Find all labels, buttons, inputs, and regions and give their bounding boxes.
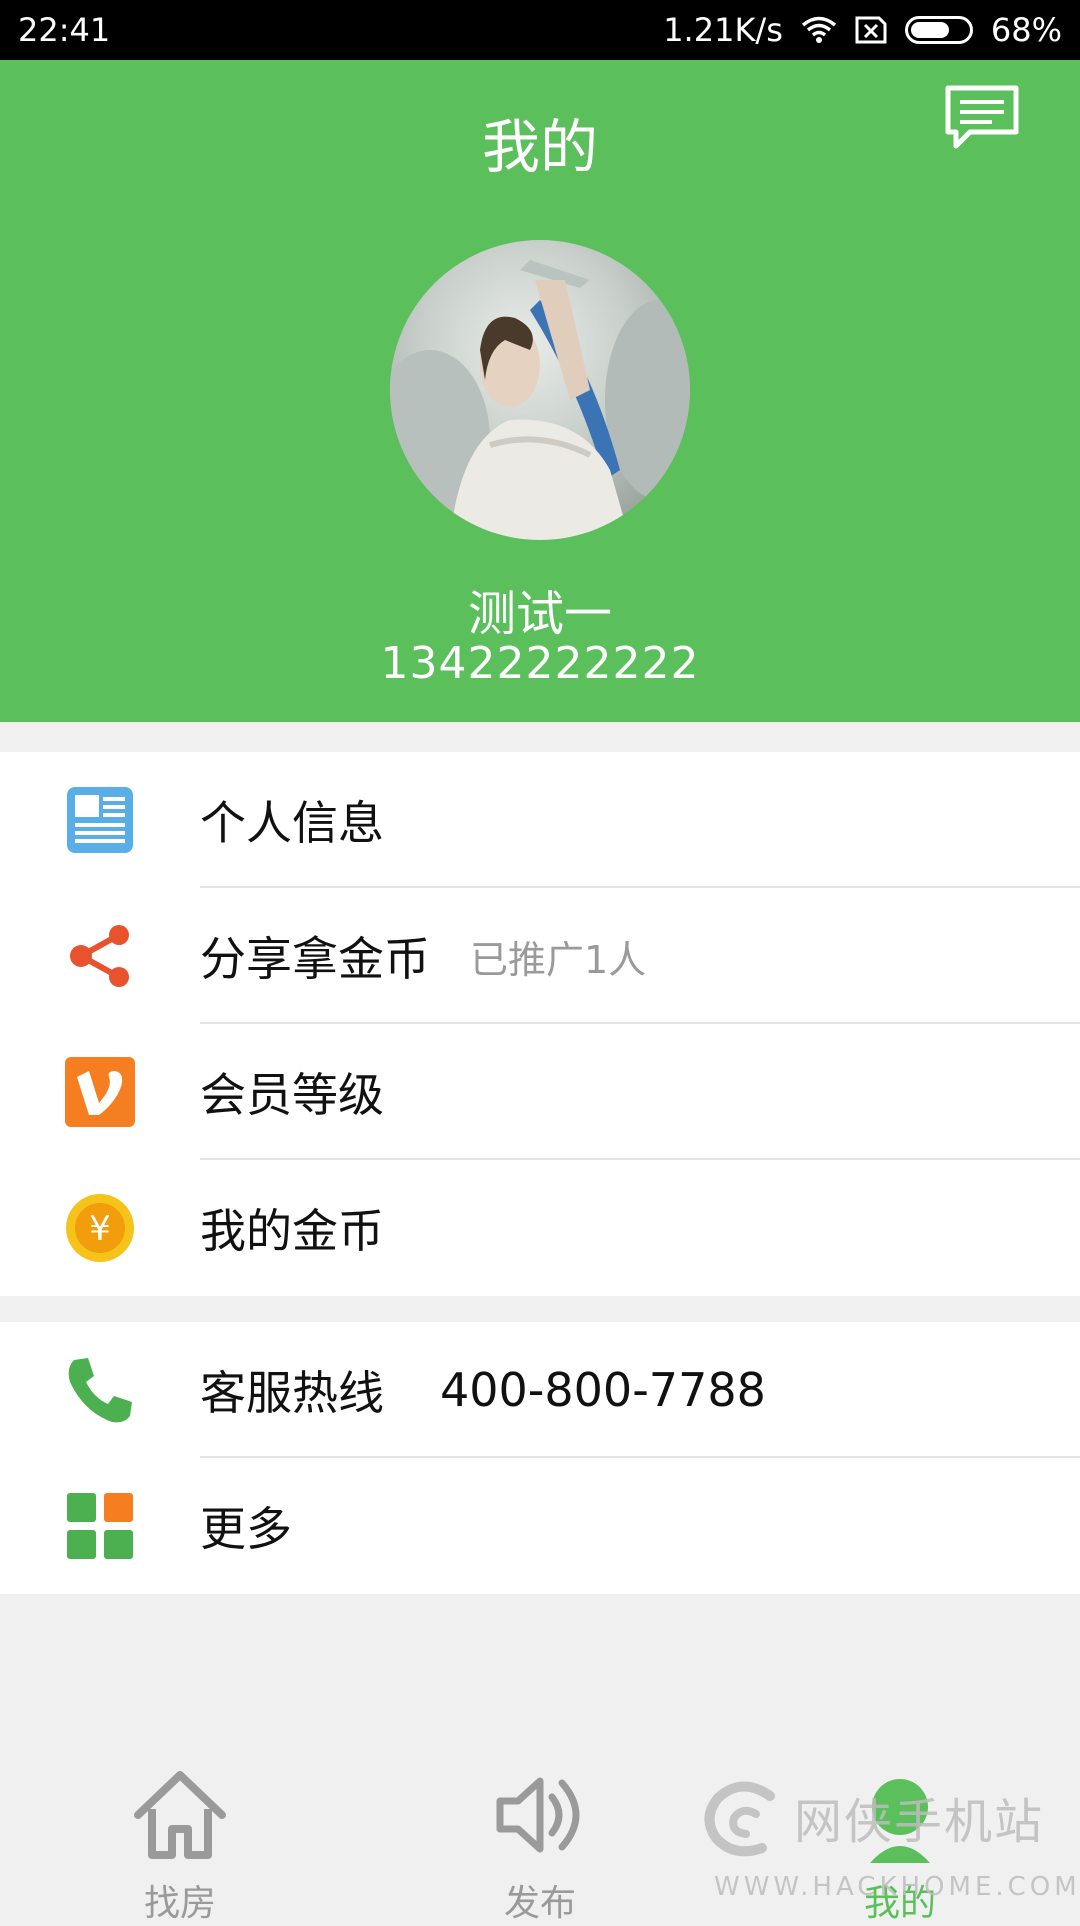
tab-label: 找房 xyxy=(143,1883,216,1924)
tab-label: 发布 xyxy=(503,1883,576,1924)
menu-group-support: 客服热线 400-800-7788 更多 xyxy=(0,1322,1080,1594)
page-title: 我的 xyxy=(481,113,598,181)
hotline-number[interactable]: 400-800-7788 xyxy=(440,1363,766,1417)
profile-header: 我的 测试一 13422222222 xyxy=(0,60,1080,722)
referral-count: 已推广1人 xyxy=(470,937,647,982)
share-icon xyxy=(64,920,136,992)
menu-group-account: 个人信息 分享拿金币 已推广1人 会员等级 ¥ 我的金币 xyxy=(0,752,1080,1296)
home-icon xyxy=(125,1760,235,1870)
menu-item-label: 客服热线 xyxy=(200,1366,384,1420)
status-icons: 1.21K/s 68% xyxy=(663,11,1062,49)
menu-item-member-level[interactable]: 会员等级 xyxy=(0,1024,1080,1160)
svg-text:¥: ¥ xyxy=(89,1209,111,1249)
coin-icon: ¥ xyxy=(64,1192,136,1264)
speaker-icon xyxy=(485,1760,595,1870)
menu-item-label: 我的金币 xyxy=(200,1204,384,1258)
menu-item-profile-info[interactable]: 个人信息 xyxy=(0,752,1080,888)
wifi-icon xyxy=(801,16,837,44)
user-phone: 13422222222 xyxy=(380,638,700,689)
no-sim-icon xyxy=(855,16,887,44)
menu-item-label: 会员等级 xyxy=(200,1068,384,1122)
menu-item-label: 个人信息 xyxy=(200,796,384,850)
menu-item-more[interactable]: 更多 xyxy=(0,1458,1080,1594)
grid-more-icon xyxy=(64,1490,136,1562)
status-bar: 22:41 1.21K/s 68% xyxy=(0,0,1080,60)
menu-item-my-coins[interactable]: ¥ 我的金币 xyxy=(0,1160,1080,1296)
battery-icon xyxy=(904,16,973,44)
menu-item-label: 分享拿金币 xyxy=(200,932,430,986)
message-icon[interactable] xyxy=(942,82,1022,158)
watermark-logo-icon xyxy=(700,1776,784,1860)
status-time: 22:41 xyxy=(18,11,111,49)
watermark-text: 网侠手机站 xyxy=(794,1794,1045,1850)
avatar[interactable] xyxy=(390,240,690,540)
profile-card-icon xyxy=(64,784,136,856)
tab-find-house[interactable]: 找房 xyxy=(80,1760,280,1926)
net-speed: 1.21K/s xyxy=(663,11,783,49)
battery-percent: 68% xyxy=(990,11,1062,49)
phone-icon xyxy=(64,1354,136,1426)
vip-icon xyxy=(64,1056,136,1128)
menu-item-label: 更多 xyxy=(200,1502,292,1556)
menu-item-share-coins[interactable]: 分享拿金币 已推广1人 xyxy=(0,888,1080,1024)
tab-publish[interactable]: 发布 xyxy=(440,1760,640,1926)
user-name: 测试一 xyxy=(467,586,612,642)
menu-item-hotline[interactable]: 客服热线 400-800-7788 xyxy=(0,1322,1080,1458)
watermark-url: WWW.HACKHOME.COM xyxy=(714,1872,1080,1902)
